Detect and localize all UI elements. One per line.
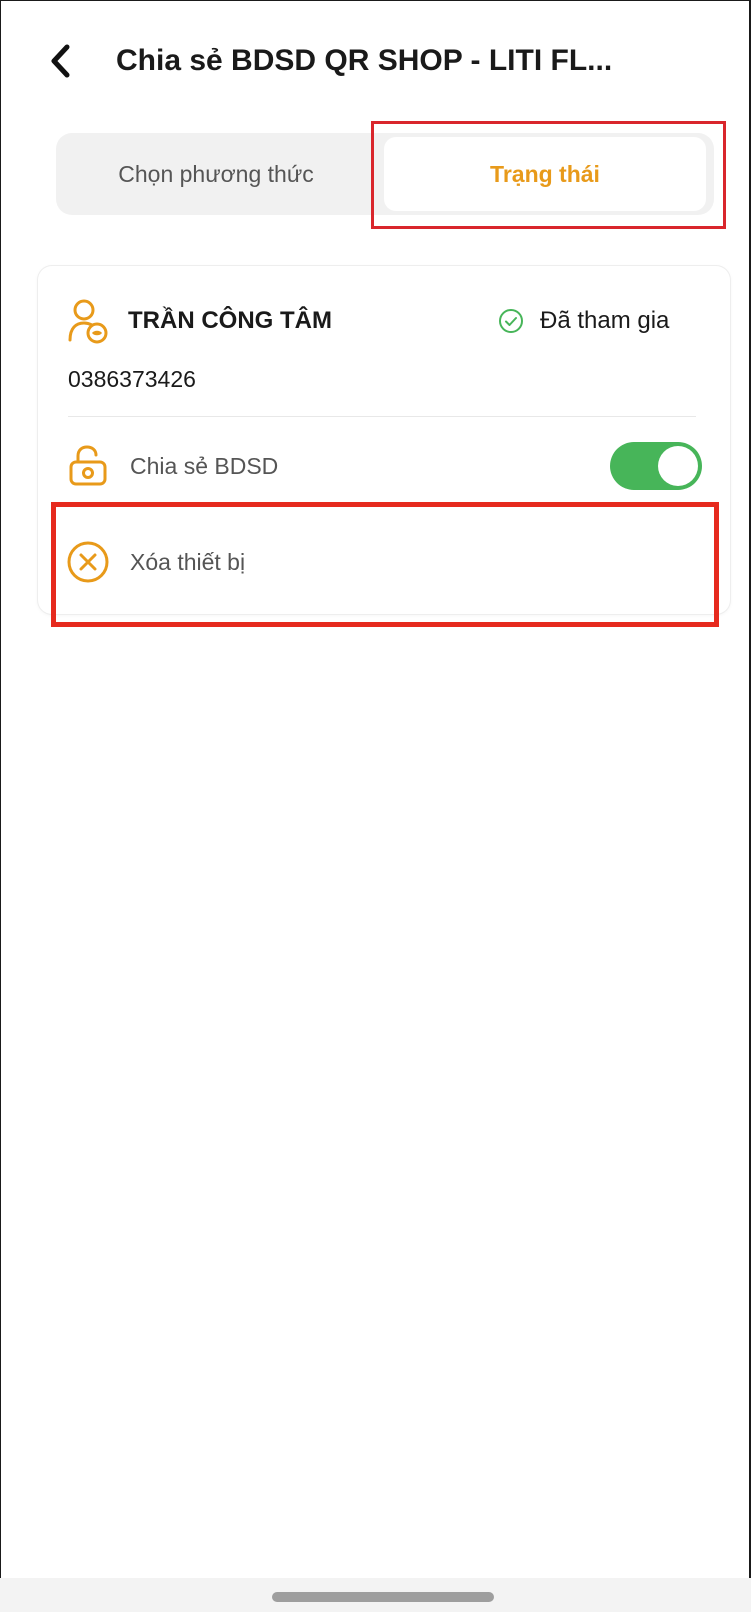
member-phone: 0386373426 (68, 366, 196, 392)
page-title: Chia sẻ BDSD QR SHOP - LITI FL... (116, 44, 613, 77)
share-bdsd-label: Chia sẻ BDSD (130, 452, 279, 479)
tab-bar: Chọn phương thức Trạng thái (56, 133, 714, 215)
toggle-knob (658, 446, 698, 486)
share-bdsd-row: Chia sẻ BDSD (66, 438, 278, 494)
member-status: Đã tham gia (498, 303, 669, 339)
home-indicator[interactable] (272, 1592, 494, 1602)
back-button[interactable] (40, 38, 80, 84)
status-label: Đã tham gia (540, 307, 670, 334)
app-header: Chia sẻ BDSD QR SHOP - LITI FL... (0, 26, 753, 96)
tab-choose-method[interactable]: Chọn phương thức (56, 133, 376, 215)
tab-status[interactable]: Trạng thái (384, 137, 706, 211)
close-circle-icon (67, 541, 109, 583)
delete-device-row[interactable]: Xóa thiết bị (66, 534, 245, 590)
check-circle-icon (499, 309, 523, 333)
delete-device-label: Xóa thiết bị (130, 548, 246, 575)
screen-frame (0, 0, 751, 1612)
divider (68, 416, 696, 417)
member-name: TRẦN CÔNG TÂM (128, 307, 332, 334)
unlock-icon (69, 445, 107, 486)
chevron-left-icon (51, 44, 70, 78)
user-icon (68, 299, 108, 344)
share-bdsd-toggle[interactable] (610, 442, 702, 490)
